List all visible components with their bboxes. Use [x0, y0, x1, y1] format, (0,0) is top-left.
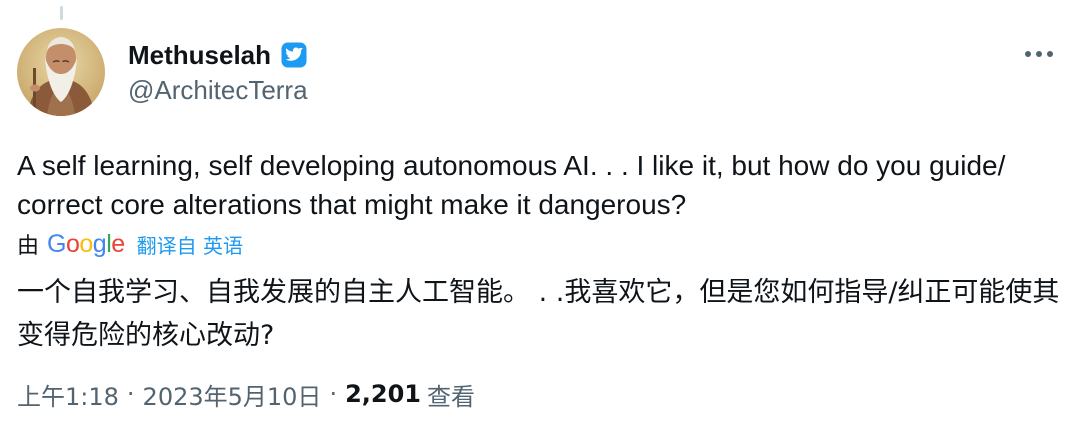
tweet-time[interactable]: 上午1:18	[17, 377, 119, 412]
tweet-card: Methuselah @ArchitecTerra A self learnin…	[0, 0, 1080, 435]
views-count: 2,201	[345, 380, 421, 408]
avatar-image	[17, 28, 105, 116]
thread-line	[60, 6, 63, 20]
google-logo-letter: G	[47, 229, 66, 258]
translation-attribution: 由 Google 翻译自 英语	[17, 228, 243, 260]
author-display-name[interactable]: Methuselah	[128, 40, 271, 71]
google-logo-letter: g	[92, 229, 107, 258]
translated-by-label: 由	[17, 234, 40, 259]
author-handle[interactable]: @ArchitecTerra	[128, 75, 308, 106]
views-label: 查看	[427, 382, 475, 411]
google-logo-letter: o	[79, 229, 93, 258]
tweet-text: A self learning, self developing autonom…	[17, 150, 1014, 220]
google-logo-letter: e	[111, 229, 125, 258]
author-name-row: Methuselah	[128, 38, 309, 72]
verified-badge-icon[interactable]	[279, 40, 309, 70]
translated-from-link[interactable]: 翻译自 英语	[137, 230, 243, 259]
avatar[interactable]	[17, 28, 105, 116]
tweet-date[interactable]: 2023年5月10日	[143, 377, 322, 412]
google-logo: Google	[47, 230, 125, 259]
meta-separator: ·	[126, 380, 135, 408]
meta-separator: ·	[329, 380, 338, 408]
translated-tweet-text: 一个自我学习、自我发展的自主人工智能。 . .我喜欢它，但是您如何指导/纠正可能…	[17, 277, 1060, 351]
tweet-meta: 上午1:18 · 2023年5月10日 · 2,201 查看	[17, 377, 475, 411]
more-options-icon[interactable]	[1022, 42, 1056, 66]
google-logo-letter: o	[65, 229, 80, 258]
